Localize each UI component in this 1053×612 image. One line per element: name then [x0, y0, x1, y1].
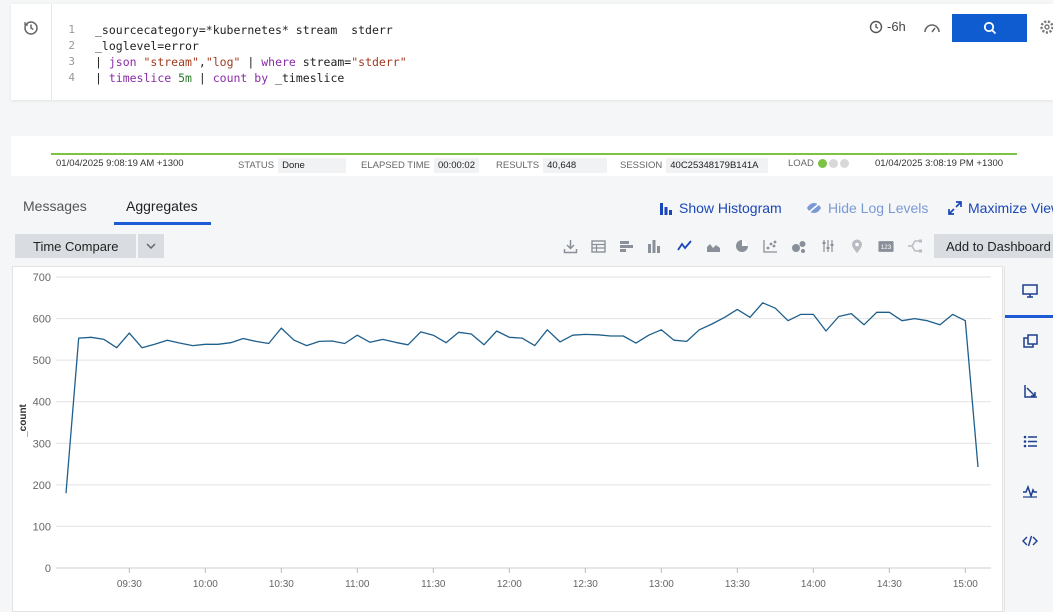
chart-toolbar: Time Compare 123 Add to Dashboard	[11, 231, 1053, 261]
clock-icon	[869, 20, 883, 33]
query-editor[interactable]: 1 2 3 4 _sourcecategory=*kubernetes* str…	[11, 4, 1053, 100]
elapsed-field: ELAPSED TIME 00:00:02	[361, 158, 479, 173]
time-compare-button[interactable]: Time Compare	[15, 234, 136, 258]
y-tick-label: 200	[33, 480, 51, 492]
y-tick-label: 500	[33, 355, 51, 367]
download-icon[interactable]	[562, 238, 578, 254]
end-time: 01/04/2025 3:08:19 PM +1300	[875, 158, 1004, 169]
map-pin-icon[interactable]	[849, 238, 865, 254]
search-status-bar: 01/04/2025 9:08:19 AM +1300 STATUS Done E…	[11, 136, 1053, 176]
tab-messages[interactable]: Messages	[23, 198, 87, 214]
line-numbers: 1 2 3 4	[68, 23, 75, 84]
chevron-down-icon	[146, 243, 156, 249]
axis-icon[interactable]	[1021, 382, 1039, 400]
sliders-icon[interactable]	[820, 238, 836, 254]
area-chart-icon[interactable]	[705, 238, 721, 254]
x-tick-label: 11:30	[421, 579, 446, 590]
x-tick-label: 15:00	[953, 579, 978, 590]
y-tick-label: 400	[33, 397, 51, 409]
session-field: SESSION 40C25348179B141A	[620, 158, 769, 173]
query-line-2: _loglevel=error	[95, 39, 199, 53]
line-chart[interactable]: 0 100 200 300 400 500 600 700 09:30 10:00 10:30 11:…	[13, 267, 1002, 611]
x-tick-label: 12:00	[497, 579, 522, 590]
y-tick-label: 700	[33, 272, 51, 284]
query-line-4: | timeslice 5m | count by _timeslice	[95, 71, 345, 85]
hide-log-levels-button[interactable]: Hide Log Levels	[806, 200, 928, 216]
status-field: STATUS Done	[238, 158, 347, 173]
tab-aggregates[interactable]: Aggregates	[126, 198, 198, 214]
table-icon[interactable]	[590, 238, 606, 254]
time-range-value: -6h	[887, 19, 906, 34]
load-indicator	[817, 159, 849, 168]
code-icon[interactable]	[1021, 532, 1039, 550]
series-line	[65, 302, 979, 494]
y-tick-label: 0	[45, 563, 51, 575]
search-icon	[983, 21, 996, 35]
show-histogram-button[interactable]: Show Histogram	[659, 200, 782, 216]
x-tick-label: 12:30	[573, 579, 598, 590]
x-tick-label: 10:30	[269, 579, 294, 590]
start-time: 01/04/2025 9:08:19 AM +1300	[56, 158, 184, 169]
pie-chart-icon[interactable]	[734, 238, 750, 254]
query-text[interactable]: _sourcecategory=*kubernetes* stream stde…	[95, 22, 407, 86]
gauge-icon[interactable]	[923, 21, 941, 40]
bubble-chart-icon[interactable]	[791, 238, 807, 254]
y-tick-label: 100	[33, 521, 51, 533]
y-tick-label: 300	[33, 438, 51, 450]
monitor-icon[interactable]	[1021, 282, 1039, 300]
x-tick-label: 14:00	[801, 579, 826, 590]
legend-list-icon[interactable]	[1021, 432, 1039, 450]
editor-gutter	[51, 4, 52, 100]
chart-panel: 0 100 200 300 400 500 600 700 09:30 10:00 10:30 11:…	[12, 266, 1003, 612]
x-tick-label: 13:00	[649, 579, 674, 590]
search-button[interactable]	[952, 14, 1027, 42]
scatter-chart-icon[interactable]	[762, 238, 778, 254]
eye-off-icon	[807, 202, 821, 214]
load-field: LOAD	[788, 158, 849, 169]
x-tick-label: 10:00	[193, 579, 218, 590]
chart-options-rail	[1004, 266, 1053, 612]
time-range-picker[interactable]: -6h	[869, 19, 906, 34]
y-tick-label: 600	[33, 314, 51, 326]
bar-chart-icon[interactable]	[618, 238, 634, 254]
single-value-icon[interactable]: 123	[878, 238, 894, 254]
results-field: RESULTS 40,648	[496, 158, 608, 173]
x-tick-label: 11:00	[345, 579, 370, 590]
copy-icon[interactable]	[1021, 332, 1039, 350]
sankey-icon[interactable]	[907, 238, 923, 254]
histogram-icon	[660, 202, 672, 215]
y-axis-label: _count	[18, 403, 29, 437]
time-compare-dropdown[interactable]	[138, 234, 164, 258]
line-chart-icon[interactable]	[676, 238, 692, 254]
rail-active-indicator	[1005, 315, 1053, 318]
gear-icon[interactable]	[1039, 19, 1053, 40]
x-tick-label: 13:30	[725, 579, 750, 590]
column-chart-icon[interactable]	[646, 238, 662, 254]
x-tick-label: 14:30	[877, 579, 902, 590]
results-tabs-row: Messages Aggregates Show Histogram Hide …	[0, 192, 1053, 226]
add-to-dashboard-button[interactable]: Add to Dashboard	[934, 234, 1053, 258]
query-line-3: | json "stream","log" | where stream="st…	[95, 55, 407, 69]
progress-bar	[51, 153, 1017, 155]
query-line-1: _sourcecategory=*kubernetes* stream stde…	[95, 23, 393, 37]
history-icon[interactable]	[23, 20, 39, 36]
pulse-icon[interactable]	[1021, 482, 1039, 500]
maximize-view-button[interactable]: Maximize View	[948, 200, 1053, 216]
svg-text:123: 123	[881, 244, 892, 251]
expand-icon	[948, 201, 962, 215]
active-tab-indicator	[114, 222, 211, 225]
x-tick-label: 09:30	[117, 579, 142, 590]
